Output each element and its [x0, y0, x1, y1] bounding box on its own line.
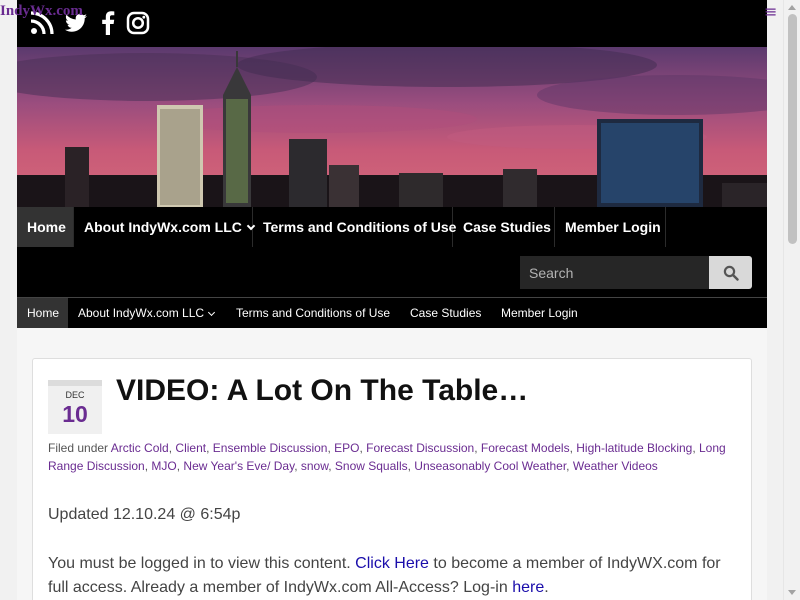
instagram-icon[interactable]: [125, 10, 151, 36]
filed-under-label: Filed under: [48, 441, 109, 455]
category-link[interactable]: High-latitude Blocking: [576, 441, 692, 455]
body-text-end: .: [544, 579, 549, 596]
post-card: DEC 10 VIDEO: A Lot On The Table… Filed …: [32, 358, 752, 600]
secondary-navigation: Home About IndyWx.com LLC Terms and Cond…: [17, 297, 767, 328]
date-day: 10: [62, 401, 88, 427]
click-here-link[interactable]: Click Here: [355, 555, 429, 572]
page-container: Home About IndyWx.com LLC Terms and Cond…: [17, 0, 767, 600]
nav-about[interactable]: About IndyWx.com LLC: [74, 207, 256, 247]
category-link[interactable]: Client: [175, 441, 206, 455]
search-input[interactable]: [520, 256, 709, 289]
category-link[interactable]: New Year's Eve/ Day: [183, 459, 294, 473]
body-text-part: You must be logged in to view this conte…: [48, 555, 356, 572]
facebook-icon[interactable]: [95, 10, 121, 36]
category-link[interactable]: Arctic Cold: [111, 441, 169, 455]
skyline-image: [17, 47, 767, 207]
category-link[interactable]: Snow Squalls: [335, 459, 408, 473]
date-month: DEC: [65, 390, 85, 400]
category-link[interactable]: Weather Videos: [573, 459, 658, 473]
city-skyline-banner: [17, 47, 767, 207]
social-bar: [17, 0, 767, 47]
subnav-case-studies[interactable]: Case Studies: [400, 298, 491, 328]
subnav-terms[interactable]: Terms and Conditions of Use: [226, 298, 400, 328]
category-link[interactable]: EPO: [334, 441, 359, 455]
category-link[interactable]: MJO: [151, 459, 176, 473]
site-title-link[interactable]: IndyWx.com: [0, 3, 83, 20]
category-link[interactable]: Unseasonably Cool Weather: [414, 459, 566, 473]
search-button[interactable]: [709, 256, 752, 289]
subnav-about[interactable]: About IndyWx.com LLC: [68, 298, 224, 328]
menu-icon[interactable]: ≡: [764, 2, 777, 21]
subnav-home[interactable]: Home: [17, 298, 68, 328]
post-categories: Filed under Arctic Cold, Client, Ensembl…: [48, 441, 726, 473]
post-body: You must be logged in to view this conte…: [48, 552, 738, 600]
nav-member-login[interactable]: Member Login: [555, 207, 666, 247]
chevron-down-icon: [208, 308, 216, 317]
search-icon: [723, 265, 739, 281]
scroll-down-arrow-icon[interactable]: [788, 590, 796, 595]
category-link[interactable]: Ensemble Discussion: [213, 441, 328, 455]
scrollbar-thumb[interactable]: [788, 14, 797, 244]
subnav-about-label: About IndyWx.com LLC: [78, 306, 205, 320]
scroll-up-arrow-icon[interactable]: [788, 5, 796, 10]
nav-case-studies[interactable]: Case Studies: [453, 207, 555, 247]
login-here-link[interactable]: here: [512, 579, 544, 596]
subnav-member-login[interactable]: Member Login: [491, 298, 588, 328]
category-link[interactable]: Forecast Discussion: [366, 441, 474, 455]
updated-timestamp: Updated 12.10.24 @ 6:54p: [48, 506, 241, 523]
post-title[interactable]: VIDEO: A Lot On The Table…: [116, 374, 528, 408]
nav-home[interactable]: Home: [17, 207, 74, 247]
category-link[interactable]: snow: [301, 459, 328, 473]
nav-about-label: About IndyWx.com LLC: [84, 219, 242, 235]
vertical-scrollbar[interactable]: [783, 0, 800, 600]
date-badge: DEC 10: [48, 380, 102, 434]
main-navigation: Home About IndyWx.com LLC Terms and Cond…: [17, 207, 767, 297]
nav-terms[interactable]: Terms and Conditions of Use: [253, 207, 456, 247]
category-link[interactable]: Forecast Models: [481, 441, 570, 455]
